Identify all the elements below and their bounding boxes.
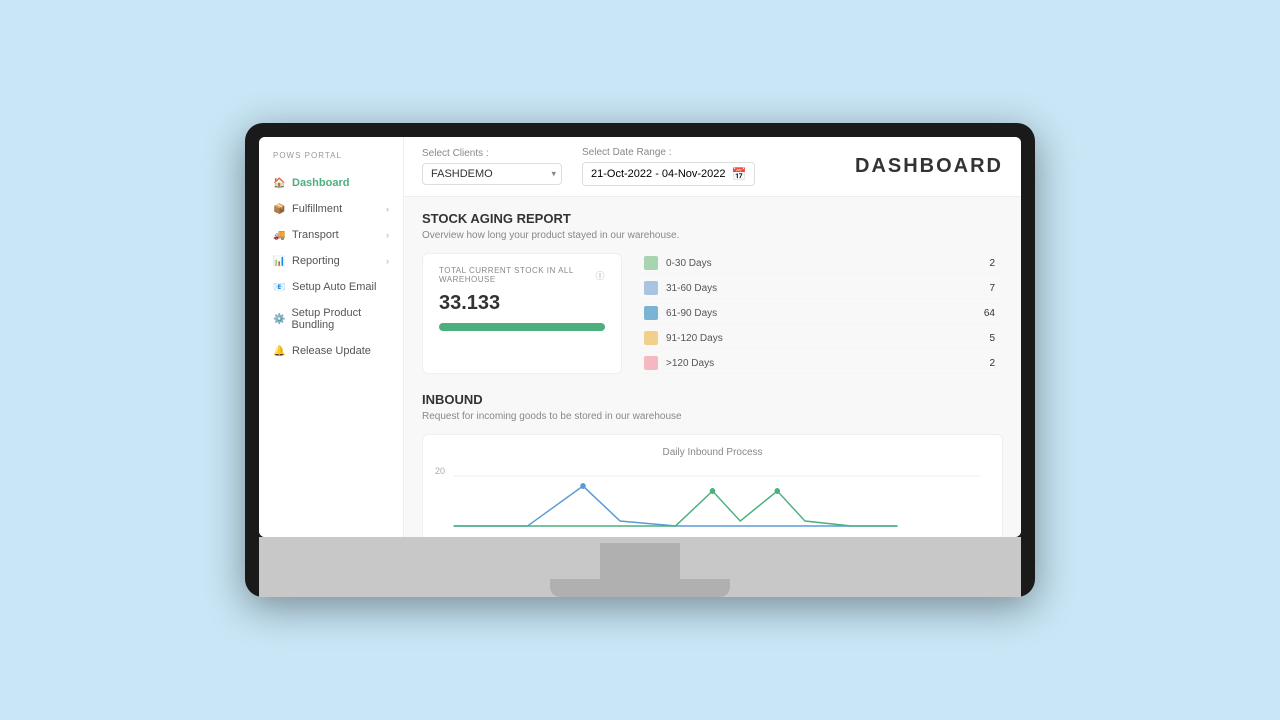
- legend-value-text: 2: [989, 358, 995, 369]
- dashboard-title: DASHBOARD: [855, 155, 1003, 178]
- fulfillment-icon: 📦: [273, 204, 286, 215]
- legend-row: 31-60 Days 7: [636, 278, 1003, 299]
- stock-aging-title: STOCK AGING REPORT: [422, 211, 1003, 226]
- inbound-section: INBOUND Request for incoming goods to be…: [422, 392, 1003, 537]
- stock-aging-subtitle: Overview how long your product stayed in…: [422, 230, 1003, 241]
- main-content: Select Clients : FASHDEMO ▾ Select Date …: [404, 137, 1021, 537]
- stock-total-card: TOTAL CURRENT STOCK IN ALL WAREHOUSE ⓘ 3…: [422, 253, 622, 374]
- transport-icon: 🚚: [273, 230, 286, 241]
- chevron-icon-fulfillment: ›: [386, 204, 389, 214]
- sidebar-item-reporting[interactable]: 📊 Reporting ›: [259, 248, 403, 274]
- sidebar-label-transport: Transport: [292, 229, 339, 241]
- top-bar: Select Clients : FASHDEMO ▾ Select Date …: [404, 137, 1021, 197]
- legend-label-text: 0-30 Days: [666, 258, 981, 269]
- date-range-field: Select Date Range : 21-Oct-2022 - 04-Nov…: [582, 147, 755, 186]
- y-axis-label: 20: [435, 466, 445, 476]
- chart-area: 20: [435, 466, 990, 537]
- sidebar-label-setup-product-bundling: Setup Product Bundling: [291, 307, 389, 331]
- clients-label: Select Clients :: [422, 148, 562, 159]
- release-icon: 🔔: [273, 346, 286, 357]
- sidebar-item-setup-product-bundling[interactable]: ⚙️ Setup Product Bundling: [259, 300, 403, 338]
- email-icon: 📧: [273, 282, 286, 293]
- stock-aging-row: TOTAL CURRENT STOCK IN ALL WAREHOUSE ⓘ 3…: [422, 253, 1003, 374]
- reporting-icon: 📊: [273, 256, 286, 267]
- legend-color-swatch: [644, 256, 658, 270]
- legend-row: >120 Days 2: [636, 353, 1003, 374]
- legend-label-text: 31-60 Days: [666, 283, 981, 294]
- monitor-screen: POWS PORTAL 🏠 Dashboard 📦 Fulfillment › …: [259, 137, 1021, 537]
- clients-select-wrap: FASHDEMO ▾: [422, 163, 562, 185]
- inbound-title: INBOUND: [422, 392, 1003, 407]
- legend-color-swatch: [644, 306, 658, 320]
- stock-legend: 0-30 Days 2 31-60 Days 7 61-90 Days 64 9…: [636, 253, 1003, 374]
- legend-value-text: 5: [989, 333, 995, 344]
- chevron-icon-transport: ›: [386, 230, 389, 240]
- stock-card-title: TOTAL CURRENT STOCK IN ALL WAREHOUSE ⓘ: [439, 266, 605, 284]
- legend-color-swatch: [644, 356, 658, 370]
- legend-label-text: 61-90 Days: [666, 308, 976, 319]
- monitor-foot: [550, 579, 730, 597]
- sidebar-label-release-update: Release Update: [292, 345, 371, 357]
- date-value: 21-Oct-2022 - 04-Nov-2022: [591, 168, 726, 180]
- sidebar-label-setup-auto-email: Setup Auto Email: [292, 281, 376, 293]
- legend-value-text: 2: [989, 258, 995, 269]
- stock-card-value: 33.133: [439, 292, 605, 315]
- legend-row: 0-30 Days 2: [636, 253, 1003, 274]
- stock-aging-section: STOCK AGING REPORT Overview how long you…: [422, 211, 1003, 374]
- sidebar-item-transport[interactable]: 🚚 Transport ›: [259, 222, 403, 248]
- legend-row: 61-90 Days 64: [636, 303, 1003, 324]
- chevron-icon-reporting: ›: [386, 256, 389, 266]
- info-icon: ⓘ: [595, 269, 605, 282]
- sidebar-label-reporting: Reporting: [292, 255, 340, 267]
- inbound-chart-box: Daily Inbound Process 20: [422, 434, 1003, 537]
- legend-color-swatch: [644, 331, 658, 345]
- bundling-icon: ⚙️: [273, 314, 285, 325]
- clients-field: Select Clients : FASHDEMO ▾: [422, 148, 562, 185]
- line-chart: [435, 466, 990, 536]
- chart-title: Daily Inbound Process: [435, 447, 990, 458]
- sidebar-brand: POWS PORTAL: [259, 151, 403, 170]
- legend-color-swatch: [644, 281, 658, 295]
- monitor-neck: [600, 543, 680, 579]
- monitor-frame: POWS PORTAL 🏠 Dashboard 📦 Fulfillment › …: [245, 123, 1035, 597]
- sidebar: POWS PORTAL 🏠 Dashboard 📦 Fulfillment › …: [259, 137, 404, 537]
- legend-value-text: 64: [984, 308, 995, 319]
- date-range-input[interactable]: 21-Oct-2022 - 04-Nov-2022 📅: [582, 162, 755, 186]
- sidebar-item-release-update[interactable]: 🔔 Release Update: [259, 338, 403, 364]
- date-label: Select Date Range :: [582, 147, 755, 158]
- clients-select[interactable]: FASHDEMO: [422, 163, 562, 185]
- calendar-icon[interactable]: 📅: [732, 167, 747, 181]
- inbound-subtitle: Request for incoming goods to be stored …: [422, 411, 1003, 422]
- legend-row: 91-120 Days 5: [636, 328, 1003, 349]
- sidebar-label-dashboard: Dashboard: [292, 177, 349, 189]
- sidebar-label-fulfillment: Fulfillment: [292, 203, 342, 215]
- home-icon: 🏠: [273, 178, 286, 189]
- monitor-base: [259, 537, 1021, 597]
- legend-value-text: 7: [989, 283, 995, 294]
- content-area: STOCK AGING REPORT Overview how long you…: [404, 197, 1021, 537]
- sidebar-item-fulfillment[interactable]: 📦 Fulfillment ›: [259, 196, 403, 222]
- sidebar-item-setup-auto-email[interactable]: 📧 Setup Auto Email: [259, 274, 403, 300]
- legend-label-text: >120 Days: [666, 358, 981, 369]
- stock-progress-bar: [439, 323, 605, 331]
- legend-label-text: 91-120 Days: [666, 333, 981, 344]
- sidebar-item-dashboard[interactable]: 🏠 Dashboard: [259, 170, 403, 196]
